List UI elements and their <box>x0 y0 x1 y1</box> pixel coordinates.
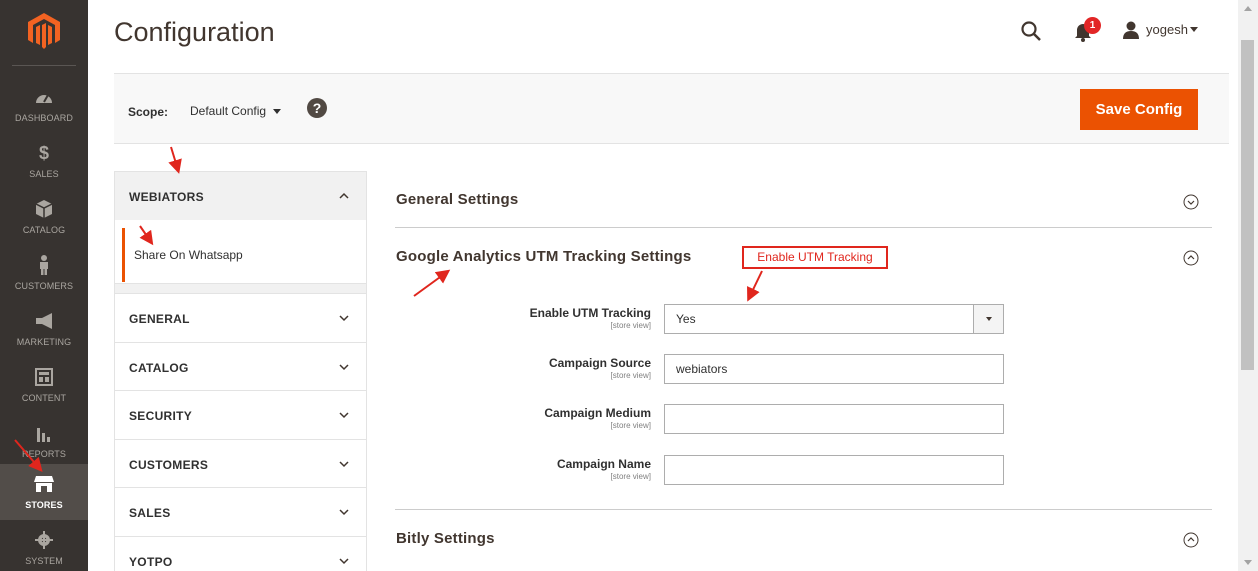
help-icon[interactable]: ? <box>307 98 327 118</box>
admin-sidebar: DASHBOARD $ SALES CATALOG CUSTOMERS MARK… <box>0 0 88 571</box>
active-indicator <box>122 228 125 282</box>
nav-label: DASHBOARD <box>15 113 73 123</box>
bar-chart-icon <box>37 428 50 442</box>
field-label: Campaign Source <box>548 356 651 370</box>
chevron-down-icon <box>339 364 349 371</box>
nav-item-catalog[interactable]: CATALOG <box>0 189 88 245</box>
nav-item-customers[interactable]: CUSTOMERS <box>0 245 88 301</box>
dollar-icon: $ <box>38 142 49 163</box>
chevron-down-icon[interactable] <box>1190 27 1198 32</box>
annotation-arrow <box>168 146 182 174</box>
nav-item-reports[interactable]: REPORTS <box>0 413 88 469</box>
field-label: Campaign Name <box>556 457 651 471</box>
nav-label: MARKETING <box>16 337 72 347</box>
save-config-button[interactable]: Save Config <box>1080 89 1198 130</box>
select-value: Yes <box>676 312 696 326</box>
nav-label: CUSTOMERS <box>14 281 74 291</box>
chevron-down-icon <box>339 558 349 565</box>
chevron-circle-up-icon[interactable] <box>1183 532 1199 548</box>
chevron-down-icon <box>339 461 349 468</box>
tab-title: WEBIATORS <box>129 190 204 204</box>
chevron-circle-down-icon[interactable] <box>1183 194 1199 210</box>
nav-item-content[interactable]: CONTENT <box>0 357 88 413</box>
dashboard-icon <box>36 94 52 103</box>
scope-switcher[interactable]: Default Config <box>190 104 266 118</box>
nav-item-stores[interactable]: STORES <box>0 464 88 520</box>
notification-badge[interactable]: 1 <box>1084 17 1101 34</box>
nav-item-sales[interactable]: $ SALES <box>0 133 88 189</box>
tab-title: CUSTOMERS <box>129 458 209 472</box>
section-title: General Settings <box>396 191 519 208</box>
chevron-down-icon <box>339 315 349 322</box>
field-scope: [store view] <box>610 421 651 430</box>
chevron-down-icon[interactable] <box>973 305 1003 333</box>
config-tabs: WEBIATORS Share On Whatsapp GENERAL CATA… <box>114 171 367 571</box>
search-icon[interactable] <box>1020 20 1042 42</box>
campaign-medium-input[interactable] <box>664 404 1004 434</box>
scroll-up-icon[interactable] <box>1244 6 1252 11</box>
campaign-name-input[interactable] <box>664 455 1004 485</box>
tab-webiators[interactable]: WEBIATORS <box>114 171 367 220</box>
section-title: Bitly Settings <box>396 530 495 547</box>
tab-title: CATALOG <box>129 361 189 375</box>
tab-title: YOTPO <box>129 555 173 569</box>
tab-catalog[interactable]: CATALOG <box>114 342 367 391</box>
person-icon <box>40 255 48 275</box>
tab-general[interactable]: GENERAL <box>114 293 367 342</box>
nav-label: REPORTS <box>21 449 67 459</box>
tab-item-share-on-whatsapp[interactable]: Share On Whatsapp <box>134 248 243 262</box>
section-general-settings[interactable]: General Settings <box>395 171 1212 228</box>
page-scrollbar[interactable] <box>1238 0 1258 571</box>
tab-yotpo[interactable]: YOTPO <box>114 536 367 571</box>
nav-item-system[interactable]: SYSTEM <box>0 520 88 571</box>
nav-item-dashboard[interactable]: DASHBOARD <box>0 77 88 133</box>
page-title: Configuration <box>114 17 275 47</box>
tab-security[interactable]: SECURITY <box>114 390 367 439</box>
tab-webiators-items: Share On Whatsapp <box>114 220 367 293</box>
scrollbar-thumb[interactable] <box>1241 40 1254 370</box>
magento-logo-icon[interactable] <box>28 13 60 49</box>
section-bitly-settings[interactable]: Bitly Settings <box>395 510 1212 571</box>
nav-label: CONTENT <box>21 393 67 403</box>
campaign-source-input[interactable]: webiators <box>664 354 1004 384</box>
nav-label: SYSTEM <box>25 556 63 566</box>
page: DASHBOARD $ SALES CATALOG CUSTOMERS MARK… <box>0 0 1258 571</box>
store-icon <box>34 476 54 492</box>
megaphone-icon <box>36 313 52 329</box>
tab-divider <box>115 283 366 293</box>
annotation-callout: Enable UTM Tracking <box>742 246 888 269</box>
scope-label: Scope: <box>128 105 169 119</box>
user-name[interactable]: yogesh <box>1146 22 1188 37</box>
enable-utm-tracking-select[interactable]: Yes <box>664 304 1004 334</box>
nav-divider <box>12 65 76 66</box>
tab-customers[interactable]: CUSTOMERS <box>114 439 367 488</box>
field-scope: [store view] <box>610 472 651 481</box>
chevron-up-icon <box>339 192 349 199</box>
chevron-down-icon[interactable] <box>273 109 281 114</box>
nav-item-marketing[interactable]: MARKETING <box>0 301 88 357</box>
tab-title: GENERAL <box>129 312 190 326</box>
field-label: Campaign Medium <box>544 406 651 420</box>
chevron-down-icon <box>339 509 349 516</box>
chevron-circle-up-icon[interactable] <box>1183 250 1199 266</box>
field-scope: [store view] <box>610 371 651 380</box>
scroll-down-icon[interactable] <box>1244 560 1252 565</box>
tab-title: SECURITY <box>129 409 193 423</box>
chevron-down-icon <box>339 412 349 419</box>
nav-label: STORES <box>25 500 63 510</box>
box-icon <box>36 200 52 218</box>
user-icon[interactable] <box>1123 21 1139 39</box>
gear-icon <box>35 531 53 549</box>
layout-icon <box>35 368 53 386</box>
field-label: Enable UTM Tracking <box>529 306 651 320</box>
nav-label: SALES <box>29 169 59 179</box>
field-scope: [store view] <box>610 321 651 330</box>
scope-bar: Scope: Default Config ? Save Config <box>114 73 1229 144</box>
tab-title: SALES <box>129 506 171 520</box>
tab-sales[interactable]: SALES <box>114 487 367 536</box>
nav-label: CATALOG <box>22 225 66 235</box>
section-title[interactable]: Google Analytics UTM Tracking Settings <box>396 248 691 265</box>
